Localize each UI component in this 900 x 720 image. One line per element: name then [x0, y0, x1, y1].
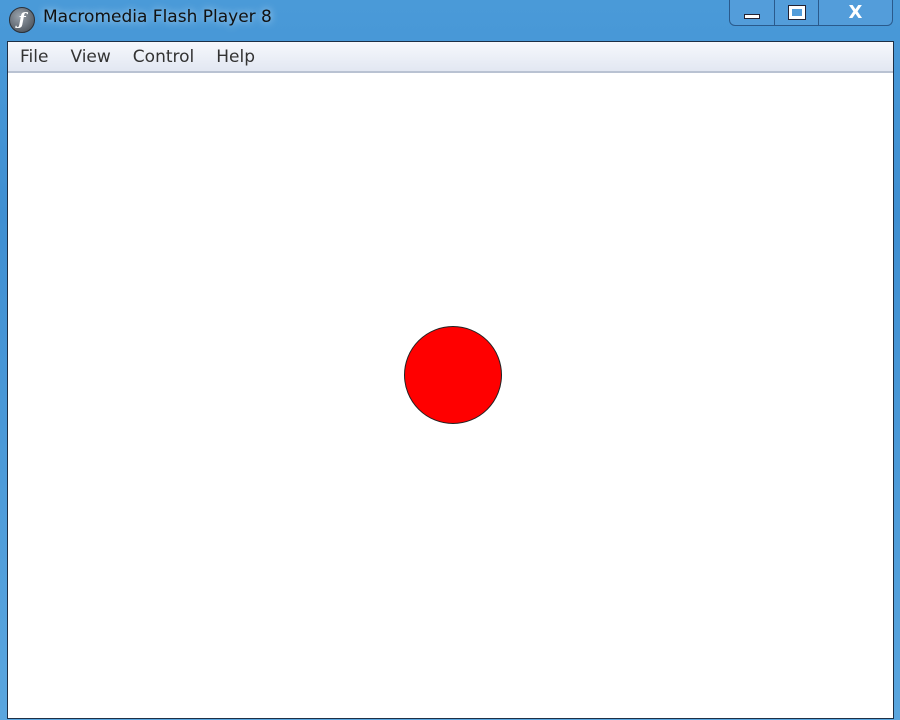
client-area: File View Control Help — [7, 41, 894, 719]
menu-bar: File View Control Help — [8, 42, 893, 73]
minimize-icon — [744, 13, 760, 19]
red-circle[interactable] — [404, 326, 502, 424]
flash-icon[interactable]: ƒ — [9, 7, 35, 33]
close-button[interactable]: X — [818, 0, 892, 25]
menu-file[interactable]: File — [12, 42, 56, 71]
title-bar[interactable]: ƒ Macromedia Flash Player 8 X — [0, 0, 900, 42]
flash-stage[interactable] — [8, 73, 893, 718]
window-controls: X — [729, 0, 893, 26]
maximize-icon — [787, 4, 806, 20]
menu-control[interactable]: Control — [125, 42, 202, 71]
window-title: Macromedia Flash Player 8 — [43, 7, 272, 27]
minimize-button[interactable] — [730, 0, 774, 25]
maximize-button[interactable] — [774, 0, 818, 25]
menu-help[interactable]: Help — [208, 42, 263, 71]
menu-view[interactable]: View — [62, 42, 118, 71]
